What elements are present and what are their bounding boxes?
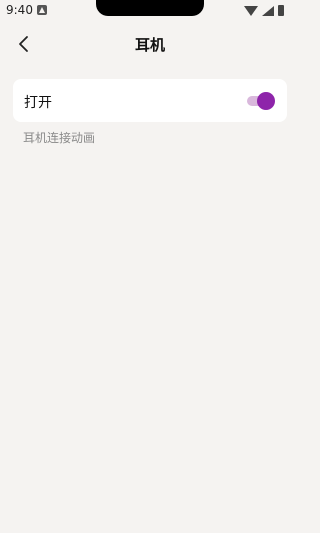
camera-notch	[96, 0, 204, 16]
setting-card: 打开	[13, 79, 287, 122]
battery-icon	[278, 5, 284, 16]
signal-icon	[262, 6, 274, 16]
status-bar: 9:40	[0, 0, 300, 22]
page-title: 耳机	[134, 36, 165, 54]
enable-toggle[interactable]	[245, 91, 275, 111]
setting-caption: 耳机连接动画	[23, 131, 96, 145]
wifi-icon	[244, 6, 258, 16]
status-time: 9:40	[6, 3, 33, 17]
status-icons	[244, 4, 294, 18]
header: 耳机	[0, 28, 300, 60]
toggle-thumb	[257, 92, 275, 110]
setting-label: 打开	[24, 95, 52, 111]
notification-icon	[37, 5, 47, 15]
